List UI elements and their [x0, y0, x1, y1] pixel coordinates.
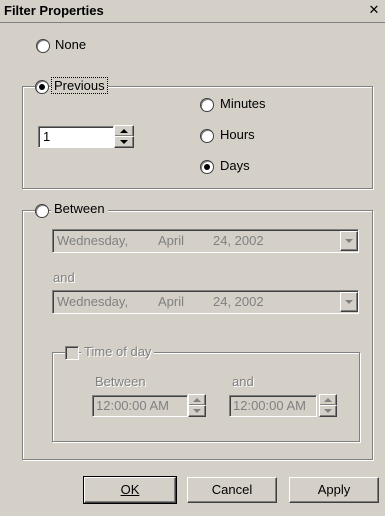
start-date-day-year: 24, 2002 [213, 233, 264, 248]
end-time-value: 12:00:00 AM [233, 398, 306, 413]
end-date-month: April [158, 294, 185, 309]
apply-button-label: Apply [317, 482, 351, 497]
spin-up-icon [193, 398, 201, 402]
spin-up-icon [324, 398, 332, 402]
window-title: Filter Properties [4, 3, 104, 18]
start-date-weekday: Wednesday, [57, 233, 129, 248]
start-date-dropdown-button[interactable] [340, 231, 358, 251]
end-date-day-year: 24, 2002 [213, 294, 264, 309]
cancel-button-label: Cancel [211, 482, 253, 497]
time-and-label: and [232, 374, 254, 389]
end-date-weekday: Wednesday, [57, 294, 129, 309]
ok-button[interactable]: OK [83, 476, 177, 504]
spin-down-icon [193, 409, 201, 413]
close-button[interactable]: ✕ [365, 2, 383, 19]
chevron-down-icon [345, 239, 353, 243]
previous-radio-dot [39, 84, 45, 90]
days-radio[interactable] [200, 160, 214, 174]
hours-radio[interactable] [200, 129, 214, 143]
end-date-dropdown-button[interactable] [340, 292, 358, 312]
days-radio-dot [204, 164, 210, 170]
spin-up-icon [120, 129, 128, 133]
hours-label[interactable]: Hours [220, 127, 255, 142]
days-label[interactable]: Days [220, 158, 250, 173]
cancel-button[interactable]: Cancel [187, 477, 277, 503]
and-label: and [53, 270, 75, 285]
ok-button-label: OK [120, 482, 140, 497]
spin-down-icon [324, 409, 332, 413]
end-time-spin-down[interactable] [319, 405, 337, 417]
previous-radio[interactable] [35, 80, 49, 94]
start-date-month: April [158, 233, 185, 248]
start-date-picker[interactable]: Wednesday, April 24, 2002 [52, 229, 359, 253]
time-of-day-checkbox[interactable] [65, 346, 79, 360]
spin-down-icon [120, 140, 128, 144]
previous-amount-spin-down[interactable] [114, 136, 134, 148]
start-time-spin-down[interactable] [188, 405, 206, 417]
title-bar[interactable]: Filter Properties ✕ [0, 0, 385, 23]
previous-label[interactable]: Previous [51, 77, 108, 94]
end-time-input[interactable]: 12:00:00 AM [229, 395, 317, 417]
time-of-day-label[interactable]: Time of day [81, 344, 155, 359]
none-radio[interactable] [36, 39, 50, 53]
chevron-down-icon [345, 300, 353, 304]
between-label[interactable]: Between [51, 201, 108, 216]
previous-amount-value: 1 [43, 129, 51, 144]
minutes-label[interactable]: Minutes [220, 96, 266, 111]
end-date-picker[interactable]: Wednesday, April 24, 2002 [52, 290, 359, 314]
apply-button[interactable]: Apply [289, 477, 379, 503]
none-label[interactable]: None [55, 37, 86, 52]
previous-amount-input[interactable]: 1 [38, 126, 114, 148]
between-radio[interactable] [35, 204, 49, 218]
start-time-input[interactable]: 12:00:00 AM [92, 395, 188, 417]
minutes-radio[interactable] [200, 98, 214, 112]
time-between-label: Between [95, 374, 146, 389]
start-time-value: 12:00:00 AM [96, 398, 169, 413]
close-icon: ✕ [368, 2, 380, 17]
